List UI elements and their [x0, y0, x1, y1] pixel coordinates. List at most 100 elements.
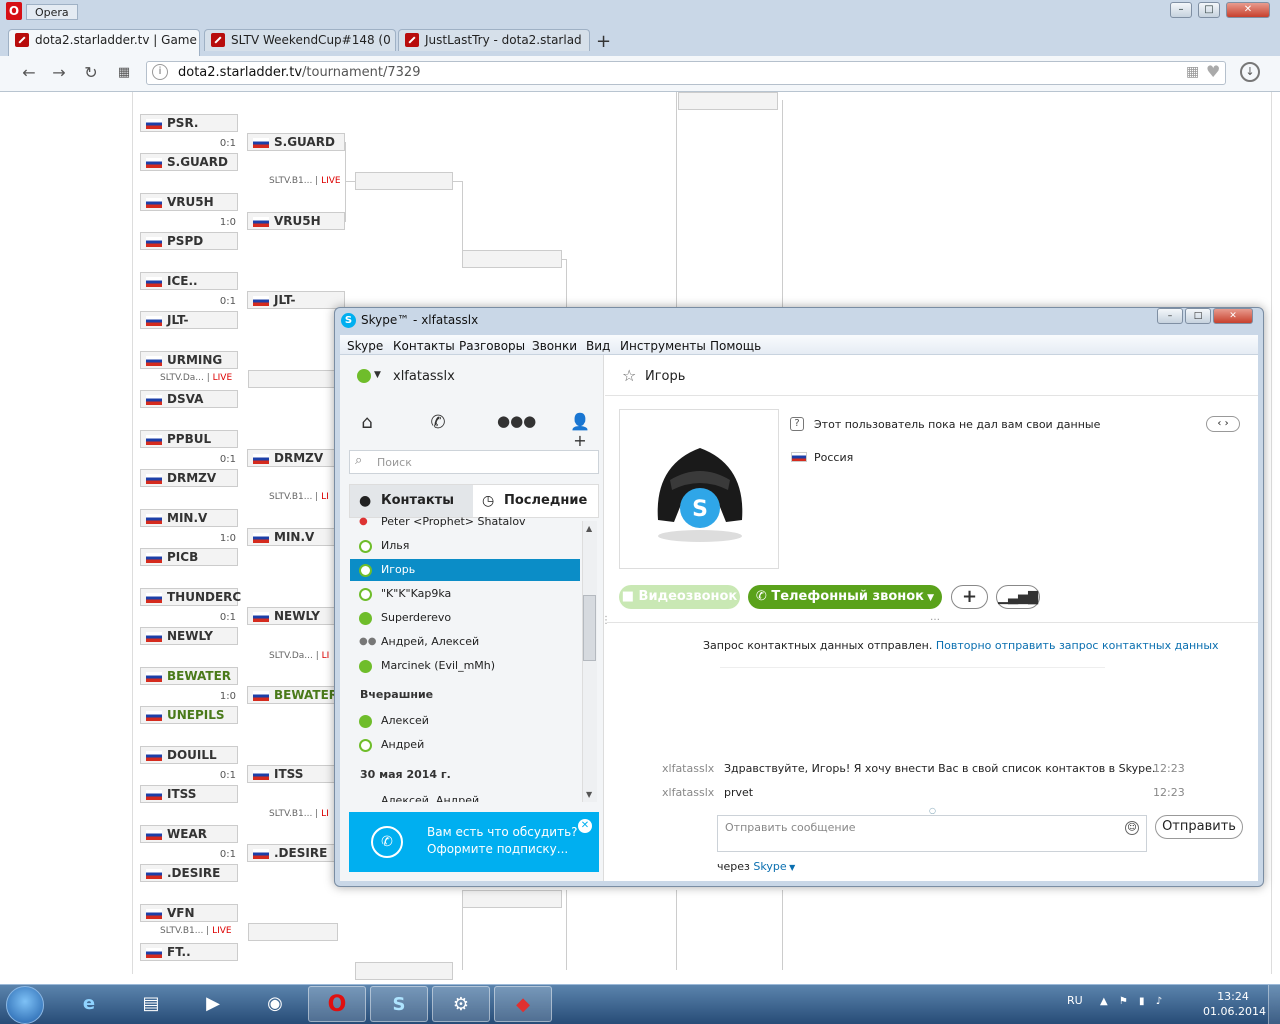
skype-close-button[interactable]: ✕ — [1213, 308, 1253, 324]
explorer-folder-icon[interactable]: ▤ — [122, 986, 180, 1022]
dota2-taskbar-icon[interactable]: ◆ — [494, 986, 552, 1022]
skype-minimize-button[interactable]: – — [1157, 308, 1183, 324]
contact-item[interactable]: Алексей — [350, 710, 580, 732]
show-desktop-button[interactable] — [1268, 985, 1280, 1024]
tray-icons[interactable]: ▲ ⚑ ▮ ♪ — [1100, 996, 1166, 1007]
team-entry[interactable]: PSPD — [140, 232, 238, 250]
live-match-tag[interactable]: SLTV.Da... | LIVE — [160, 373, 232, 383]
round2-team[interactable]: .DESIRE — [247, 844, 345, 862]
team-entry[interactable]: NEWLY — [140, 627, 238, 645]
ad-close-icon[interactable]: ✕ — [578, 819, 592, 833]
team-entry[interactable]: THUNDERC — [140, 588, 241, 606]
contact-item[interactable]: "K"K"Kap9ka — [350, 583, 580, 605]
opera-logo-icon[interactable]: O — [6, 2, 22, 20]
contact-item[interactable]: Алексей, Андрей — [350, 790, 580, 802]
online-status-icon[interactable] — [357, 369, 371, 383]
status-dropdown-icon[interactable]: ▼ — [374, 370, 381, 380]
maximize-button[interactable]: □ — [1198, 2, 1220, 18]
start-button[interactable] — [6, 986, 44, 1024]
home-icon[interactable]: ⌂ — [355, 412, 379, 434]
bookmark-heart-icon[interactable]: ♥ — [1206, 62, 1220, 81]
menu-conversations[interactable]: Разговоры — [459, 339, 525, 353]
resend-request-link[interactable]: Повторно отправить запрос контактных дан… — [936, 639, 1219, 652]
team-entry[interactable]: ITSS — [140, 785, 238, 803]
chevron-down-icon[interactable]: ▼ — [787, 863, 795, 872]
emoticon-icon[interactable]: ☺ — [1125, 821, 1139, 835]
team-entry[interactable]: PSR. — [140, 114, 238, 132]
round2-team[interactable]: S.GUARD — [247, 133, 345, 151]
round2-team[interactable]: BEWATER — [247, 686, 345, 704]
contact-item[interactable]: Игорь — [350, 559, 580, 581]
team-entry[interactable]: VRU5H — [140, 193, 238, 211]
team-entry[interactable]: VFN — [140, 904, 238, 922]
live-match-tag[interactable]: SLTV.B1... | LIVE — [160, 926, 232, 936]
contact-item[interactable]: ●● Андрей, Алексей — [350, 631, 580, 653]
phone-call-button[interactable]: ✆ Телефонный звонок ▼ — [748, 585, 942, 609]
team-entry[interactable]: URMING — [140, 351, 238, 369]
speed-dial-icon[interactable]: ▦ — [113, 62, 135, 84]
tab-justlasttry[interactable]: JustLastTry - dota2.starlad — [398, 29, 590, 51]
back-icon[interactable]: ← — [18, 62, 40, 84]
team-entry[interactable]: BEWATER — [140, 667, 238, 685]
send-button[interactable]: Отправить — [1155, 815, 1243, 839]
opera-taskbar-icon[interactable]: O — [308, 986, 366, 1022]
group-icon[interactable]: ●●● — [497, 412, 536, 434]
round2-team[interactable]: VRU5H — [247, 212, 345, 230]
menu-contacts[interactable]: Контакты — [393, 339, 455, 353]
round2-team[interactable]: ITSS — [247, 765, 345, 783]
clock[interactable]: 13:24 01.06.2014 — [1203, 989, 1266, 1019]
scroll-down-icon[interactable]: ▼ — [586, 790, 592, 799]
media-player-icon[interactable]: ▶ — [184, 986, 242, 1022]
team-entry[interactable]: S.GUARD — [140, 153, 238, 171]
contact-list-scrollbar[interactable] — [582, 521, 597, 802]
reload-icon[interactable]: ↻ — [80, 62, 102, 84]
team-entry[interactable]: WEAR — [140, 825, 238, 843]
live-match-tag[interactable]: SLTV.B1... | LI — [269, 809, 329, 819]
team-entry[interactable]: DOUILL — [140, 746, 238, 764]
contact-item[interactable]: ● Peter <Prophet> Shatalov — [350, 511, 580, 533]
menu-help[interactable]: Помощь — [710, 339, 761, 353]
skype-username[interactable]: xlfatasslx — [393, 369, 455, 384]
team-entry[interactable]: ICE.. — [140, 272, 238, 290]
live-match-tag[interactable]: SLTV.B1... | LI — [269, 492, 329, 502]
tab-starladder-game[interactable]: dota2.starladder.tv | Game — [8, 29, 200, 56]
round2-team[interactable]: MIN.V — [247, 528, 345, 546]
live-match-tag[interactable]: SLTV.Da... | LI — [269, 651, 329, 661]
call-quality-icon[interactable]: ▁▃▅▇ — [996, 585, 1040, 609]
skype-taskbar-icon[interactable]: S — [370, 986, 428, 1022]
close-button[interactable]: ✕ — [1226, 2, 1270, 18]
contact-item[interactable]: Superderevo — [350, 607, 580, 629]
video-call-button[interactable]: ■ Видеозвонок — [619, 585, 740, 609]
tab-sltv-weekendcup[interactable]: SLTV WeekendCup#148 (0 — [204, 29, 396, 51]
round2-team[interactable]: JLT- — [247, 291, 345, 309]
reader-icon[interactable]: ▦ — [1186, 64, 1199, 80]
opera-menu-button[interactable]: Opera — [26, 4, 78, 20]
internet-explorer-icon[interactable]: e — [60, 986, 118, 1022]
skype-maximize-button[interactable]: □ — [1185, 308, 1211, 324]
team-entry[interactable]: FT.. — [140, 943, 238, 961]
call-phone-icon[interactable]: ✆ — [426, 412, 450, 434]
team-entry[interactable]: JLT- — [140, 311, 238, 329]
team-entry[interactable]: .DESIRE — [140, 864, 238, 882]
forward-icon[interactable]: → — [48, 62, 70, 84]
round2-team[interactable]: DRMZV — [247, 449, 345, 467]
team-entry[interactable]: DSVA — [140, 390, 238, 408]
keyboard-language[interactable]: RU — [1067, 994, 1083, 1007]
download-icon[interactable]: ↓ — [1240, 62, 1260, 82]
contact-item[interactable]: Marcinek (Evil_mMh) — [350, 655, 580, 677]
steam-icon[interactable]: ⚙ — [432, 986, 490, 1022]
menu-view[interactable]: Вид — [586, 339, 610, 353]
add-contact-icon[interactable]: 👤+ — [568, 412, 592, 450]
menu-skype[interactable]: Skype — [347, 339, 383, 353]
contact-item[interactable]: Илья — [350, 535, 580, 557]
scrollbar-thumb[interactable] — [583, 595, 596, 661]
team-entry[interactable]: DRMZV — [140, 469, 238, 487]
favorite-star-icon[interactable]: ☆ — [622, 366, 636, 385]
team-entry[interactable]: MIN.V — [140, 509, 238, 527]
panel-splitter[interactable]: ⋮ — [601, 615, 611, 626]
menu-tools[interactable]: Инструменты — [620, 339, 706, 353]
contact-item[interactable]: Андрей — [350, 734, 580, 756]
team-entry[interactable]: PICB — [140, 548, 238, 566]
team-entry[interactable]: PPBUL — [140, 430, 238, 448]
round2-team[interactable]: NEWLY — [247, 607, 345, 625]
